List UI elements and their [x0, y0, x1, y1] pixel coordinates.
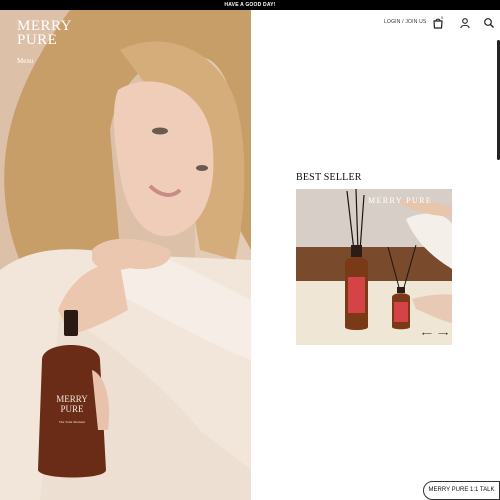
- search-icon[interactable]: [483, 16, 495, 28]
- hero-image: MERRY PURE Menu MERRY PURE The Total Mom…: [0, 10, 251, 500]
- logo-line-2: PURE: [17, 32, 58, 48]
- account-icon[interactable]: [459, 16, 471, 29]
- logo-line-1: MERRY: [17, 18, 73, 34]
- bottle-brand-line-1: MERRY: [56, 394, 88, 404]
- best-seller-carousel[interactable]: MERRY PURE ⟵ ⟶: [296, 189, 452, 345]
- carousel-next-arrow-icon[interactable]: ⟶: [438, 330, 448, 338]
- carousel-brand-logo: MERRY PURE: [368, 196, 433, 205]
- bottle-label: MERRY PURE The Total Moment: [46, 394, 98, 424]
- announcement-bar: HAVE A GOOD DAY!: [0, 0, 500, 10]
- login-join-link[interactable]: LOGIN / JOIN US: [384, 19, 426, 25]
- carousel-prev-arrow-icon[interactable]: ⟵: [422, 330, 432, 338]
- bottle-subtitle: The Total Moment: [58, 420, 86, 424]
- header-actions: LOGIN / JOIN US 0: [251, 10, 500, 36]
- bottle-brand-line-2: PURE: [60, 404, 84, 414]
- announcement-text: HAVE A GOOD DAY!: [224, 2, 276, 8]
- hero-illustration: [0, 10, 251, 500]
- product-photo: [296, 189, 452, 345]
- talk-chat-button[interactable]: MERRY PURE 1:1 TALK: [423, 481, 500, 500]
- brand-logo[interactable]: MERRY PURE: [17, 18, 73, 48]
- menu-button[interactable]: Menu: [17, 57, 33, 65]
- cart-count-badge: 0: [441, 15, 444, 20]
- best-seller-title: BEST SELLER: [296, 172, 362, 183]
